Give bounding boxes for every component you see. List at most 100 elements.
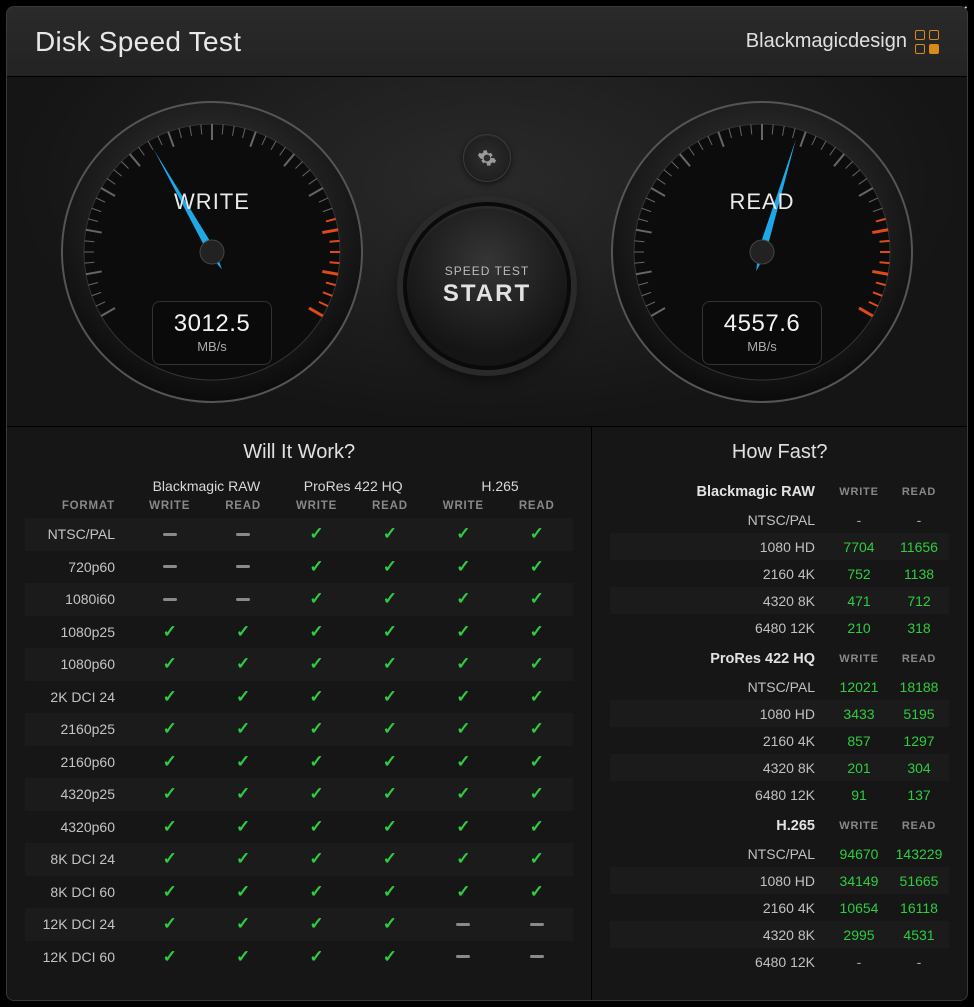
hf-write-value: 7704 [829, 539, 889, 555]
wiw-format: 8K DCI 24 [25, 851, 133, 867]
dash-icon [133, 558, 206, 576]
check-icon: ✓ [427, 849, 500, 869]
wiw-format: 2160p60 [25, 754, 133, 770]
check-icon: ✓ [353, 524, 426, 544]
check-icon: ✓ [280, 882, 353, 902]
check-icon: ✓ [353, 622, 426, 642]
wiw-row: 2K DCI 24✓✓✓✓✓✓ [25, 681, 573, 714]
hf-write-value: 201 [829, 760, 889, 776]
check-icon: ✓ [133, 622, 206, 642]
check-icon: ✓ [353, 752, 426, 772]
hf-row: 1080 HD 7704 11656 [610, 533, 949, 560]
check-icon: ✓ [133, 752, 206, 772]
wiw-row: 1080i60✓✓✓✓ [25, 583, 573, 616]
write-gauge: WRITE 3012.5 MB/s [57, 97, 367, 407]
dash-icon [500, 915, 573, 933]
hf-row: 2160 4K 857 1297 [610, 727, 949, 754]
hf-row: 2160 4K 10654 16118 [610, 894, 949, 921]
check-icon: ✓ [353, 947, 426, 967]
hf-sub-read: READ [889, 820, 949, 832]
wiw-group-header: Blackmagic RAW ProRes 422 HQ H.265 [25, 478, 573, 498]
read-readout: 4557.6 MB/s [702, 301, 822, 365]
check-icon: ✓ [353, 849, 426, 869]
check-icon: ✓ [427, 817, 500, 837]
check-icon: ✓ [427, 622, 500, 642]
check-icon: ✓ [427, 784, 500, 804]
write-readout: 3012.5 MB/s [152, 301, 272, 365]
hf-group-header: ProRes 422 HQ WRITE READ [610, 645, 949, 673]
hf-read-value: 318 [889, 620, 949, 636]
check-icon: ✓ [206, 752, 279, 772]
check-icon: ✓ [133, 947, 206, 967]
wiw-format: 12K DCI 60 [25, 949, 133, 965]
hf-write-value: 94670 [829, 846, 889, 862]
wiw-row: 4320p60✓✓✓✓✓✓ [25, 811, 573, 844]
hf-group-name: ProRes 422 HQ [610, 651, 829, 667]
hf-format: 2160 4K [610, 566, 829, 582]
hf-read-value: 5195 [889, 706, 949, 722]
check-icon: ✓ [500, 752, 573, 772]
hf-format: 6480 12K [610, 954, 829, 970]
check-icon: ✓ [133, 654, 206, 674]
start-button[interactable]: SPEED TEST START [403, 202, 571, 370]
wiw-row: 12K DCI 24✓✓✓✓ [25, 908, 573, 941]
check-icon: ✓ [280, 557, 353, 577]
check-icon: ✓ [427, 589, 500, 609]
hf-format: 2160 4K [610, 733, 829, 749]
check-icon: ✓ [280, 622, 353, 642]
hf-read-value: - [889, 512, 949, 528]
dash-icon [133, 525, 206, 543]
check-icon: ✓ [353, 589, 426, 609]
check-icon: ✓ [353, 817, 426, 837]
start-button-big: START [443, 280, 531, 308]
hf-read-value: 137 [889, 787, 949, 803]
check-icon: ✓ [500, 817, 573, 837]
wiw-row: 1080p60✓✓✓✓✓✓ [25, 648, 573, 681]
hf-row: NTSC/PAL 94670 143229 [610, 840, 949, 867]
check-icon: ✓ [206, 622, 279, 642]
write-unit: MB/s [197, 339, 227, 354]
check-icon: ✓ [206, 687, 279, 707]
app-window: Disk Speed Test Blackmagicdesign [6, 6, 968, 1001]
wiw-format: NTSC/PAL [25, 526, 133, 542]
check-icon: ✓ [427, 752, 500, 772]
check-icon: ✓ [353, 557, 426, 577]
wiw-row: NTSC/PAL✓✓✓✓ [25, 518, 573, 551]
read-value: 4557.6 [724, 312, 800, 336]
check-icon: ✓ [427, 557, 500, 577]
how-fast-panel: How Fast? Blackmagic RAW WRITE READNTSC/… [592, 427, 967, 1000]
check-icon: ✓ [500, 589, 573, 609]
hf-read-value: 4531 [889, 927, 949, 943]
check-icon: ✓ [353, 784, 426, 804]
start-button-small: SPEED TEST [445, 264, 529, 278]
brand-dots-icon [915, 30, 939, 54]
hf-group-name: Blackmagic RAW [610, 484, 829, 500]
hf-read-value: 11656 [889, 539, 949, 555]
check-icon: ✓ [353, 687, 426, 707]
check-icon: ✓ [353, 914, 426, 934]
hf-format: 4320 8K [610, 593, 829, 609]
hf-sub-read: READ [889, 486, 949, 498]
hf-row: 2160 4K 752 1138 [610, 560, 949, 587]
hf-format: NTSC/PAL [610, 512, 829, 528]
check-icon: ✓ [427, 719, 500, 739]
settings-button[interactable] [463, 134, 511, 182]
will-it-work-panel: Will It Work? Blackmagic RAW ProRes 422 … [7, 427, 592, 1000]
will-it-work-title: Will It Work? [25, 441, 573, 464]
check-icon: ✓ [280, 589, 353, 609]
wiw-format: 4320p25 [25, 786, 133, 802]
check-icon: ✓ [133, 784, 206, 804]
hf-write-value: 2995 [829, 927, 889, 943]
check-icon: ✓ [500, 719, 573, 739]
check-icon: ✓ [280, 784, 353, 804]
hf-format: 1080 HD [610, 873, 829, 889]
wiw-format: 12K DCI 24 [25, 916, 133, 932]
check-icon: ✓ [427, 687, 500, 707]
hf-group-header: Blackmagic RAW WRITE READ [610, 478, 949, 506]
check-icon: ✓ [133, 914, 206, 934]
check-icon: ✓ [500, 849, 573, 869]
dash-icon [206, 525, 279, 543]
hf-write-value: - [829, 954, 889, 970]
read-gauge-label: READ [607, 189, 917, 215]
wiw-row: 12K DCI 60✓✓✓✓ [25, 941, 573, 974]
